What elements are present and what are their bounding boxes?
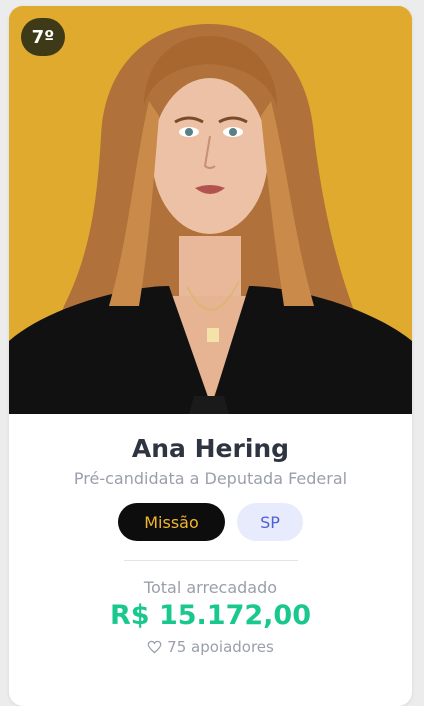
total-raised-label: Total arrecadado	[143, 578, 278, 597]
state-tag[interactable]: SP	[237, 503, 303, 541]
rank-badge: 7º	[21, 18, 65, 56]
candidate-role: Pré-candidata a Deputada Federal	[73, 469, 348, 488]
portrait-illustration	[9, 6, 412, 414]
mission-tag[interactable]: Missão	[118, 503, 225, 541]
supporters-label: 75 apoiadores	[167, 638, 274, 656]
candidate-card[interactable]: 7º Ana Hering Pré-candidata a Deputada F…	[9, 6, 412, 706]
heart-outline-icon	[147, 640, 162, 654]
supporters-count: 75 apoiadores	[9, 638, 412, 656]
candidate-name: Ana Hering	[131, 434, 290, 463]
tag-list: Missão SP	[9, 503, 412, 541]
candidate-photo: 7º	[9, 6, 412, 414]
total-raised-value: R$ 15.172,00	[110, 600, 311, 631]
divider	[124, 560, 298, 561]
